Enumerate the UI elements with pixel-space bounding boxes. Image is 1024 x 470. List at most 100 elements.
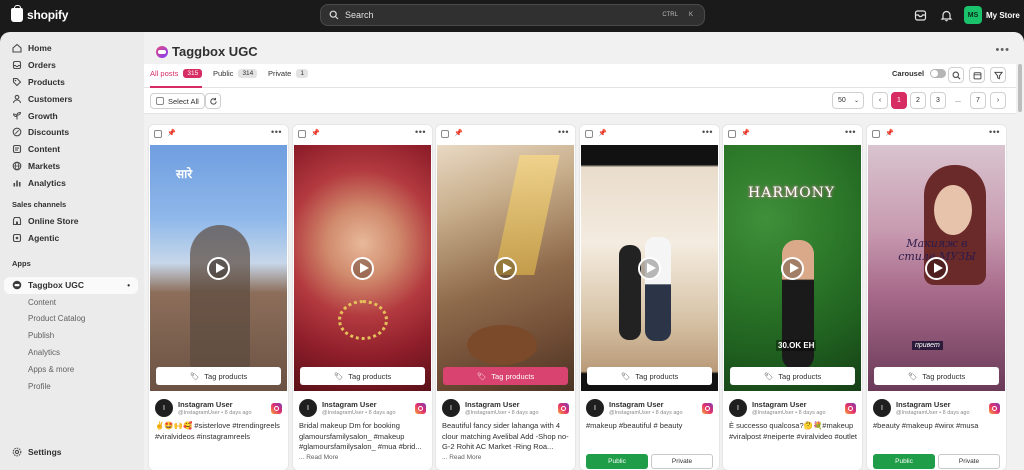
page-2[interactable]: 2 <box>910 92 926 109</box>
tab-all-posts[interactable]: All posts 315 <box>150 69 203 78</box>
nav-label: Taggbox UGC <box>28 280 85 291</box>
refresh-button[interactable] <box>205 93 221 109</box>
nav-growth[interactable]: Growth <box>4 107 138 124</box>
tag-products-button[interactable]: 🏷 Tag products <box>587 367 712 385</box>
public-button[interactable]: Public <box>873 454 935 469</box>
sales-channels-title[interactable]: Sales channels <box>12 200 66 209</box>
page-1[interactable]: 1 <box>891 92 907 109</box>
carousel-toggle[interactable] <box>930 69 947 78</box>
read-more-link[interactable]: ... Read More <box>299 453 427 464</box>
post-media[interactable]: HARMONY 30.OK EH 🏷 Tag products <box>724 145 861 391</box>
more-icon[interactable]: ••• <box>271 127 282 137</box>
tag-products-button[interactable]: 🏷 Tag products <box>730 367 855 385</box>
tag-products-button[interactable]: 🏷 Tag products <box>443 367 568 385</box>
store-menu[interactable]: MS My Store <box>964 6 1020 24</box>
post-card[interactable]: 📌 ••• 🏷 Tag products I Instagram User @Inst… <box>580 125 719 470</box>
author-meta: @InstagramUser • 8 days ago <box>896 410 970 416</box>
app-sub-publish[interactable]: Publish <box>4 327 138 344</box>
post-checkbox[interactable] <box>872 130 880 138</box>
bell-icon[interactable] <box>940 9 953 22</box>
post-card[interactable]: 📌 ••• HARMONY 30.OK EH 🏷 Tag products I In… <box>723 125 862 470</box>
private-button[interactable]: Private <box>938 454 1000 469</box>
select-all-checkbox[interactable] <box>156 97 164 105</box>
per-page-select[interactable]: 50 ⌄ <box>832 92 864 109</box>
nav-home[interactable]: Home <box>4 40 138 57</box>
select-all-button[interactable]: Select All <box>150 93 205 109</box>
pin-icon[interactable]: 📌 <box>741 129 750 137</box>
nav-settings[interactable]: Settings <box>4 444 138 461</box>
store-inbox-icon[interactable] <box>914 9 927 22</box>
shopify-logo[interactable]: shopify <box>11 5 68 22</box>
nav-customers[interactable]: Customers <box>4 90 138 107</box>
more-icon[interactable]: ••• <box>415 127 426 137</box>
post-media[interactable]: Макияж в стиле МУЗЫ привет 🏷 Tag products <box>868 145 1005 391</box>
nav-analytics[interactable]: Analytics <box>4 174 138 191</box>
nav-content[interactable]: Content <box>4 141 138 158</box>
nav-taggbox-ugc[interactable]: Taggbox UGC • <box>4 277 138 294</box>
prev-page-button[interactable]: ‹ <box>872 92 888 109</box>
post-checkbox[interactable] <box>298 130 306 138</box>
main-scrollbar[interactable] <box>1018 64 1022 112</box>
search-posts-button[interactable] <box>948 67 964 83</box>
nav-markets[interactable]: Markets <box>4 158 138 175</box>
post-card[interactable]: 📌 ••• Макияж в стиле МУЗЫ привет 🏷 Tag pro… <box>867 125 1006 470</box>
pin-icon[interactable]: 📌 <box>167 129 176 137</box>
pin-icon[interactable]: 📌 <box>598 129 607 137</box>
search-bar[interactable]: Search CTRL K <box>320 4 705 26</box>
post-checkbox[interactable] <box>728 130 736 138</box>
play-icon[interactable] <box>351 257 374 280</box>
pin-icon[interactable]: 📌 <box>885 129 894 137</box>
play-icon[interactable] <box>494 257 517 280</box>
tab-private[interactable]: Private 1 <box>268 69 308 78</box>
app-sub-profile[interactable]: Profile <box>4 378 138 395</box>
post-media[interactable]: सारे 🏷 Tag products <box>150 145 287 391</box>
tab-public[interactable]: Public 314 <box>213 69 258 78</box>
next-page-button[interactable]: › <box>990 92 1006 109</box>
apps-title[interactable]: Apps <box>12 259 31 268</box>
app-sub-product-catalog[interactable]: Product Catalog <box>4 311 138 328</box>
app-sub-apps-more[interactable]: Apps & more <box>4 361 138 378</box>
nav-products[interactable]: Products <box>4 74 138 91</box>
post-media[interactable]: 🏷 Tag products <box>294 145 431 391</box>
nav-orders[interactable]: Orders <box>4 57 138 74</box>
app-sub-content[interactable]: Content <box>4 294 138 311</box>
play-icon[interactable] <box>207 257 230 280</box>
read-more-link[interactable]: ... Read More <box>442 453 570 464</box>
private-button[interactable]: Private <box>651 454 713 469</box>
post-card[interactable]: 📌 ••• 🏷 Tag products I Instagram User @Inst… <box>293 125 432 470</box>
play-icon[interactable] <box>781 257 804 280</box>
tag-products-button[interactable]: 🏷 Tag products <box>300 367 425 385</box>
page-3[interactable]: 3 <box>930 92 946 109</box>
tag-products-button[interactable]: 🏷 Tag products <box>874 367 999 385</box>
filter-button[interactable] <box>990 67 1006 83</box>
more-actions-icon[interactable]: ••• <box>995 44 1010 56</box>
post-checkbox[interactable] <box>154 130 162 138</box>
pin-icon[interactable]: 📌 <box>454 129 463 137</box>
play-icon[interactable] <box>638 257 661 280</box>
nav-discounts[interactable]: Discounts <box>4 124 138 141</box>
post-media[interactable]: 🏷 Tag products <box>581 145 718 391</box>
app-sub-analytics[interactable]: Analytics <box>4 344 138 361</box>
post-checkbox[interactable] <box>441 130 449 138</box>
post-card[interactable]: 📌 ••• 🏷 Tag products I Instagram User @Inst… <box>436 125 575 470</box>
more-icon[interactable]: ••• <box>702 127 713 137</box>
nav-agentic[interactable]: Agentic <box>4 230 138 247</box>
calendar-button[interactable] <box>969 67 985 83</box>
more-icon[interactable]: ••• <box>989 127 1000 137</box>
more-icon[interactable]: ••• <box>845 127 856 137</box>
tag-products-button[interactable]: 🏷 Tag products <box>156 367 281 385</box>
tag-icon: 🏷 <box>620 371 631 381</box>
post-checkbox[interactable] <box>585 130 593 138</box>
instagram-icon <box>702 403 713 414</box>
play-icon[interactable] <box>925 257 948 280</box>
post-card[interactable]: 📌 ••• सारे 🏷 Tag products I Instagram User… <box>149 125 288 470</box>
more-icon[interactable]: ••• <box>558 127 569 137</box>
pin-icon[interactable]: 📌 <box>311 129 320 137</box>
page-7[interactable]: 7 <box>970 92 986 109</box>
instagram-icon <box>989 403 1000 414</box>
post-author: I Instagram User @InstagramUser • 8 days … <box>442 399 569 417</box>
post-media[interactable]: 🏷 Tag products <box>437 145 574 391</box>
public-button[interactable]: Public <box>586 454 648 469</box>
nav-online-store[interactable]: Online Store <box>4 213 138 230</box>
post-author: I Instagram User @InstagramUser • 8 days … <box>873 399 1000 417</box>
